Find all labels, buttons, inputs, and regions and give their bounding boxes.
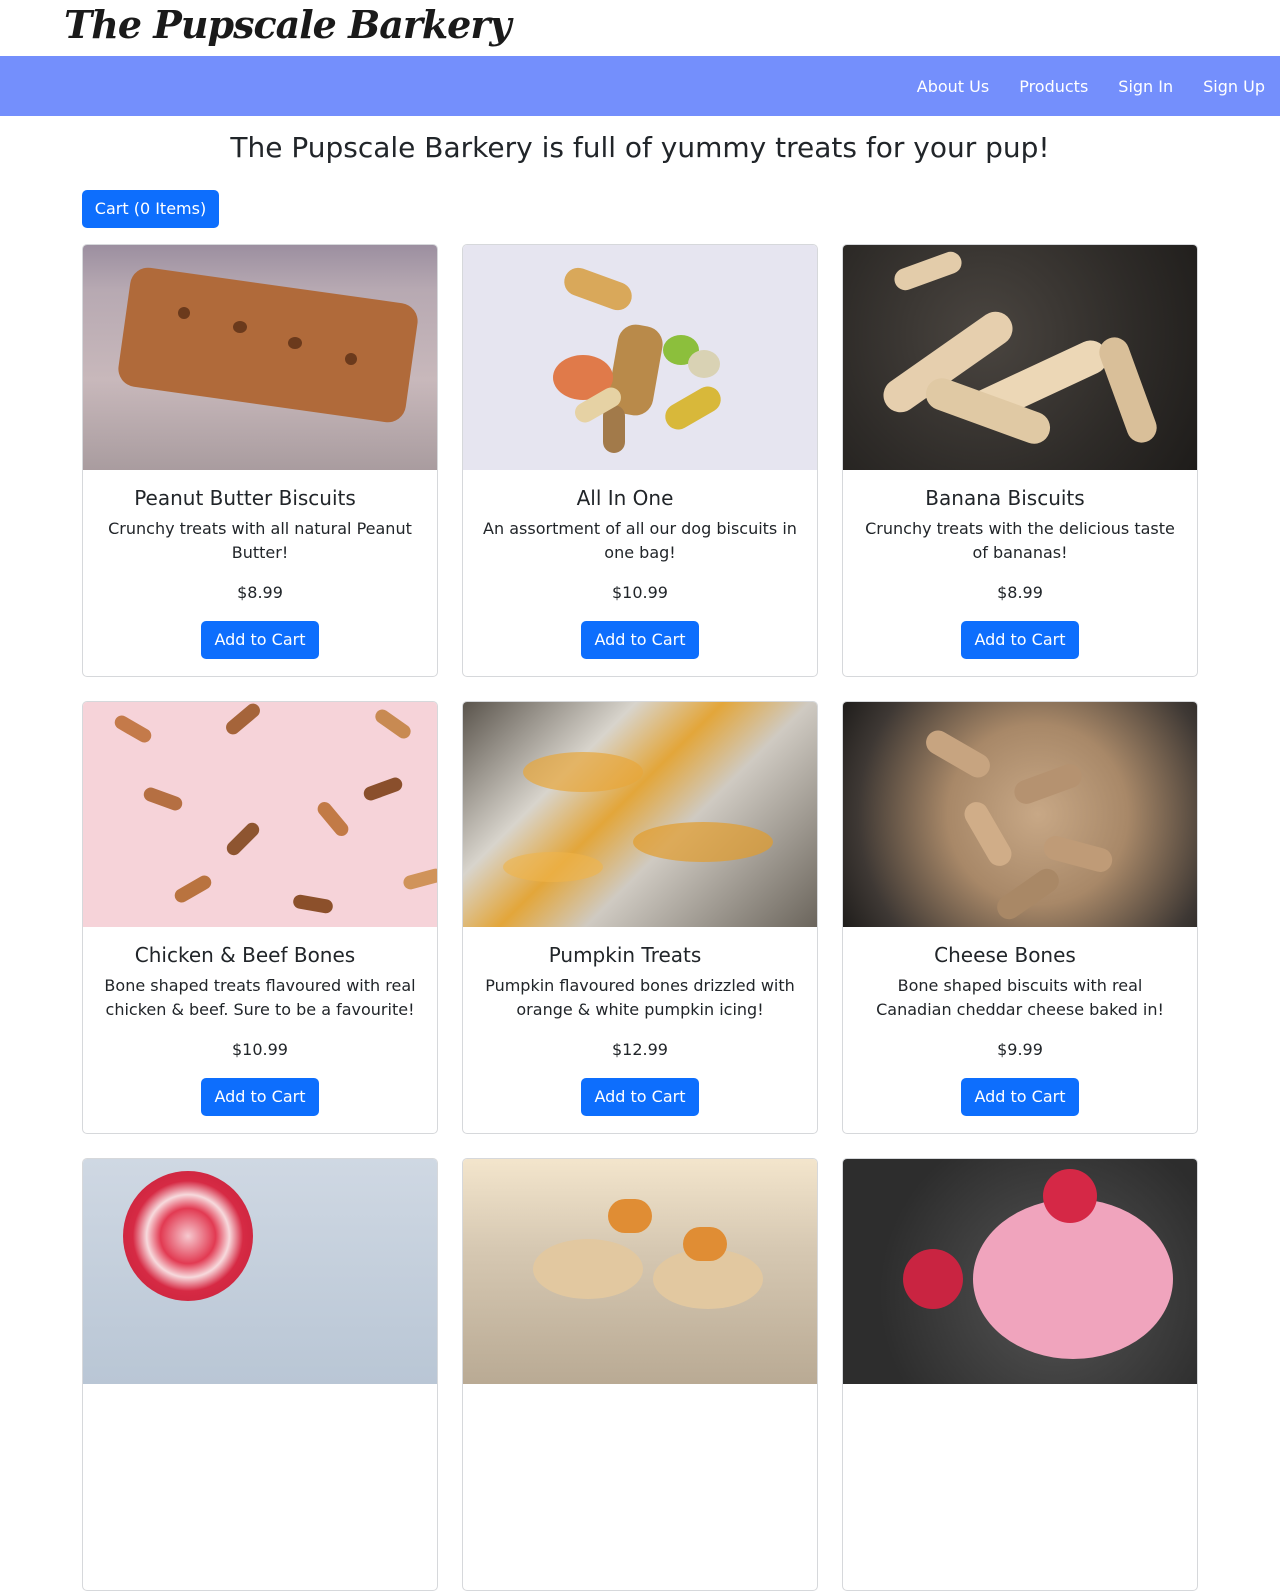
lollipop-photo (83, 1159, 437, 1384)
product-card: All In One An assortment of all our dog … (462, 244, 818, 677)
product-title: Cheese Bones (934, 943, 1076, 967)
product-card (82, 1158, 438, 1591)
nav-sign-in[interactable]: Sign In (1118, 77, 1173, 96)
product-title: Chicken & Beef Bones (134, 943, 356, 967)
nav-products[interactable]: Products (1019, 77, 1088, 96)
product-title: Peanut Butter Biscuits (134, 486, 356, 510)
product-price: $10.99 (612, 583, 668, 602)
peanut-butter-biscuit-photo (83, 245, 437, 470)
pupcake-photo (463, 1159, 817, 1384)
product-card: Peanut Butter Biscuits Crunchy treats wi… (82, 244, 438, 677)
product-card (462, 1158, 818, 1591)
product-title: All In One (576, 486, 674, 510)
pumpkin-treats-photo (463, 702, 817, 927)
assorted-biscuits-photo (463, 245, 817, 470)
product-description: Crunchy treats with all natural Peanut B… (108, 519, 412, 562)
product-description: Bone shaped biscuits with real Canadian … (876, 976, 1164, 1019)
product-price: $8.99 (997, 583, 1043, 602)
nav-sign-up[interactable]: Sign Up (1203, 77, 1265, 96)
product-description: Pumpkin flavoured bones drizzled with or… (485, 976, 795, 1019)
banana-biscuits-photo (843, 245, 1197, 470)
product-card: Pumpkin Treats Pumpkin flavoured bones d… (462, 701, 818, 1134)
add-to-cart-button[interactable]: Add to Cart (961, 621, 1079, 659)
add-to-cart-button[interactable]: Add to Cart (201, 1078, 319, 1116)
add-to-cart-button[interactable]: Add to Cart (581, 621, 699, 659)
product-description: Crunchy treats with the delicious taste … (865, 519, 1175, 562)
brand-logo[interactable]: The Pupscale Barkery (64, 2, 511, 47)
product-description: Bone shaped treats flavoured with real c… (104, 976, 416, 1019)
brand-bar: The Pupscale Barkery (0, 0, 1280, 56)
cheese-bones-photo (843, 702, 1197, 927)
product-card: Banana Biscuits Crunchy treats with the … (842, 244, 1198, 677)
page-headline: The Pupscale Barkery is full of yummy tr… (230, 131, 1050, 164)
cart-button[interactable]: Cart (0 Items) (82, 190, 219, 228)
product-price: $12.99 (612, 1040, 668, 1059)
product-title: Pumpkin Treats (548, 943, 702, 967)
product-description: An assortment of all our dog biscuits in… (483, 519, 797, 562)
add-to-cart-button[interactable]: Add to Cart (961, 1078, 1079, 1116)
product-title: Banana Biscuits (925, 486, 1085, 510)
product-card (842, 1158, 1198, 1591)
chicken-beef-bones-photo (83, 702, 437, 927)
add-to-cart-button[interactable]: Add to Cart (581, 1078, 699, 1116)
product-price: $10.99 (232, 1040, 288, 1059)
nav-about-us[interactable]: About Us (917, 77, 989, 96)
add-to-cart-button[interactable]: Add to Cart (201, 621, 319, 659)
product-price: $8.99 (237, 583, 283, 602)
product-card: Cheese Bones Bone shaped biscuits with r… (842, 701, 1198, 1134)
cupcake-photo (843, 1159, 1197, 1384)
product-price: $9.99 (997, 1040, 1043, 1059)
main-navbar: About Us Products Sign In Sign Up (0, 56, 1280, 116)
product-card: Chicken & Beef Bones Bone shaped treats … (82, 701, 438, 1134)
